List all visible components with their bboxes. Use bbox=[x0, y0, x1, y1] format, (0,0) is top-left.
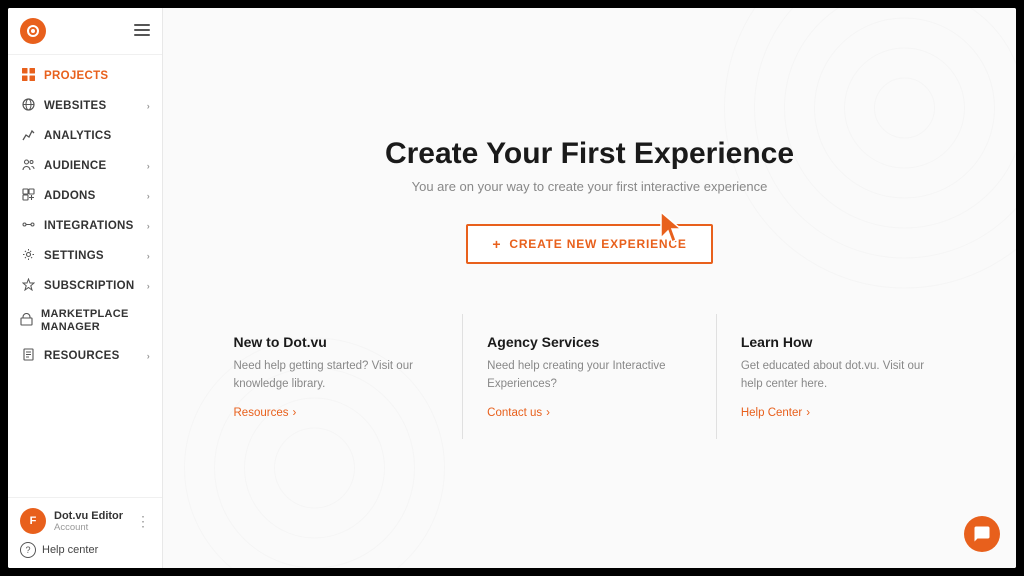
sidebar-item-audience[interactable]: AUDIENCE › bbox=[8, 151, 162, 181]
chevron-down-icon: › bbox=[147, 281, 150, 291]
sidebar-item-integrations[interactable]: INTEGRATIONS › bbox=[8, 211, 162, 241]
settings-label: SETTINGS bbox=[44, 250, 104, 262]
logo-icon bbox=[20, 18, 46, 44]
card-title-2: Learn How bbox=[741, 334, 946, 350]
user-more-button[interactable]: ⋮ bbox=[136, 513, 150, 530]
resources-link-arrow: › bbox=[292, 407, 296, 419]
card-new-to-dotvu: New to Dot.vu Need help getting started?… bbox=[210, 314, 464, 439]
addons-label: ADDONS bbox=[44, 190, 96, 202]
integrations-label: INTEGRATIONS bbox=[44, 220, 134, 232]
sidebar-item-settings[interactable]: SETTINGS › bbox=[8, 241, 162, 271]
avatar: F bbox=[20, 508, 46, 534]
create-experience-button[interactable]: + CREATE NEW EXPERIENCE bbox=[466, 224, 712, 264]
addons-icon bbox=[20, 188, 36, 204]
audience-icon bbox=[20, 158, 36, 174]
help-center-link-label: Help Center bbox=[741, 407, 802, 419]
help-center-card-link[interactable]: Help Center › bbox=[741, 407, 946, 419]
page-subtitle: You are on your way to create your first… bbox=[412, 179, 768, 194]
sidebar-item-websites[interactable]: WEBSITES › bbox=[8, 91, 162, 121]
audience-label: AUDIENCE bbox=[44, 160, 106, 172]
resources-label: RESOURCES bbox=[44, 350, 120, 362]
settings-icon bbox=[20, 248, 36, 264]
contact-us-link-arrow: › bbox=[546, 407, 550, 419]
user-name: Dot.vu Editor bbox=[54, 510, 128, 522]
analytics-label: ANALYTICS bbox=[44, 130, 111, 142]
chevron-down-icon: › bbox=[147, 101, 150, 111]
chevron-down-icon: › bbox=[147, 351, 150, 361]
websites-label: WEBSITES bbox=[44, 100, 106, 112]
marketplace-label: MARKETPLACE MANAGER bbox=[41, 308, 150, 334]
sidebar-item-marketplace[interactable]: MARKETPLACE MANAGER bbox=[8, 301, 162, 341]
user-row: F Dot.vu Editor Account ⋮ bbox=[20, 508, 150, 534]
help-center-link-arrow: › bbox=[806, 407, 810, 419]
resources-link-label: Resources bbox=[234, 407, 289, 419]
sidebar: PROJECTS WEBSITES › bbox=[8, 8, 163, 568]
cards-row: New to Dot.vu Need help getting started?… bbox=[210, 314, 970, 439]
card-title-0: New to Dot.vu bbox=[234, 334, 439, 350]
chevron-down-icon: › bbox=[147, 251, 150, 261]
cta-label: CREATE NEW EXPERIENCE bbox=[509, 237, 686, 251]
projects-label: PROJECTS bbox=[44, 70, 108, 82]
subscription-label: SUBSCRIPTION bbox=[44, 280, 135, 292]
user-info: Dot.vu Editor Account bbox=[54, 510, 128, 533]
page-title: Create Your First Experience bbox=[385, 137, 794, 171]
card-title-1: Agency Services bbox=[487, 334, 692, 350]
grid-icon bbox=[20, 68, 36, 84]
content-area: Create Your First Experience You are on … bbox=[163, 8, 1016, 568]
hamburger-icon[interactable] bbox=[134, 23, 150, 39]
chat-button[interactable] bbox=[964, 516, 1000, 552]
help-icon: ? bbox=[20, 542, 36, 558]
analytics-icon bbox=[20, 128, 36, 144]
card-agency-services: Agency Services Need help creating your … bbox=[463, 314, 717, 439]
card-desc-0: Need help getting started? Visit our kno… bbox=[234, 358, 439, 393]
resources-icon bbox=[20, 348, 36, 364]
sidebar-item-addons[interactable]: ADDONS › bbox=[8, 181, 162, 211]
sidebar-item-resources[interactable]: RESOURCES › bbox=[8, 341, 162, 371]
help-label: Help center bbox=[42, 544, 98, 556]
sidebar-bottom: F Dot.vu Editor Account ⋮ ? Help center bbox=[8, 497, 162, 568]
contact-us-link[interactable]: Contact us › bbox=[487, 407, 692, 419]
sidebar-item-subscription[interactable]: SUBSCRIPTION › bbox=[8, 271, 162, 301]
integrations-icon bbox=[20, 218, 36, 234]
card-desc-2: Get educated about dot.vu. Visit our hel… bbox=[741, 358, 946, 393]
resources-link[interactable]: Resources › bbox=[234, 407, 439, 419]
contact-us-link-label: Contact us bbox=[487, 407, 542, 419]
subscription-icon bbox=[20, 278, 36, 294]
sidebar-item-analytics[interactable]: ANALYTICS bbox=[8, 121, 162, 151]
main-content: Create Your First Experience You are on … bbox=[163, 8, 1016, 568]
card-learn-how: Learn How Get educated about dot.vu. Vis… bbox=[717, 314, 970, 439]
card-desc-1: Need help creating your Interactive Expe… bbox=[487, 358, 692, 393]
globe-icon bbox=[20, 98, 36, 114]
sidebar-nav: PROJECTS WEBSITES › bbox=[8, 55, 162, 497]
sidebar-item-projects[interactable]: PROJECTS bbox=[8, 61, 162, 91]
marketplace-icon bbox=[20, 313, 33, 329]
plus-icon: + bbox=[492, 236, 501, 252]
chevron-down-icon: › bbox=[147, 191, 150, 201]
user-account: Account bbox=[54, 522, 128, 533]
chevron-down-icon: › bbox=[147, 221, 150, 231]
sidebar-header bbox=[8, 8, 162, 55]
help-center-link[interactable]: ? Help center bbox=[20, 542, 150, 558]
chevron-down-icon: › bbox=[147, 161, 150, 171]
